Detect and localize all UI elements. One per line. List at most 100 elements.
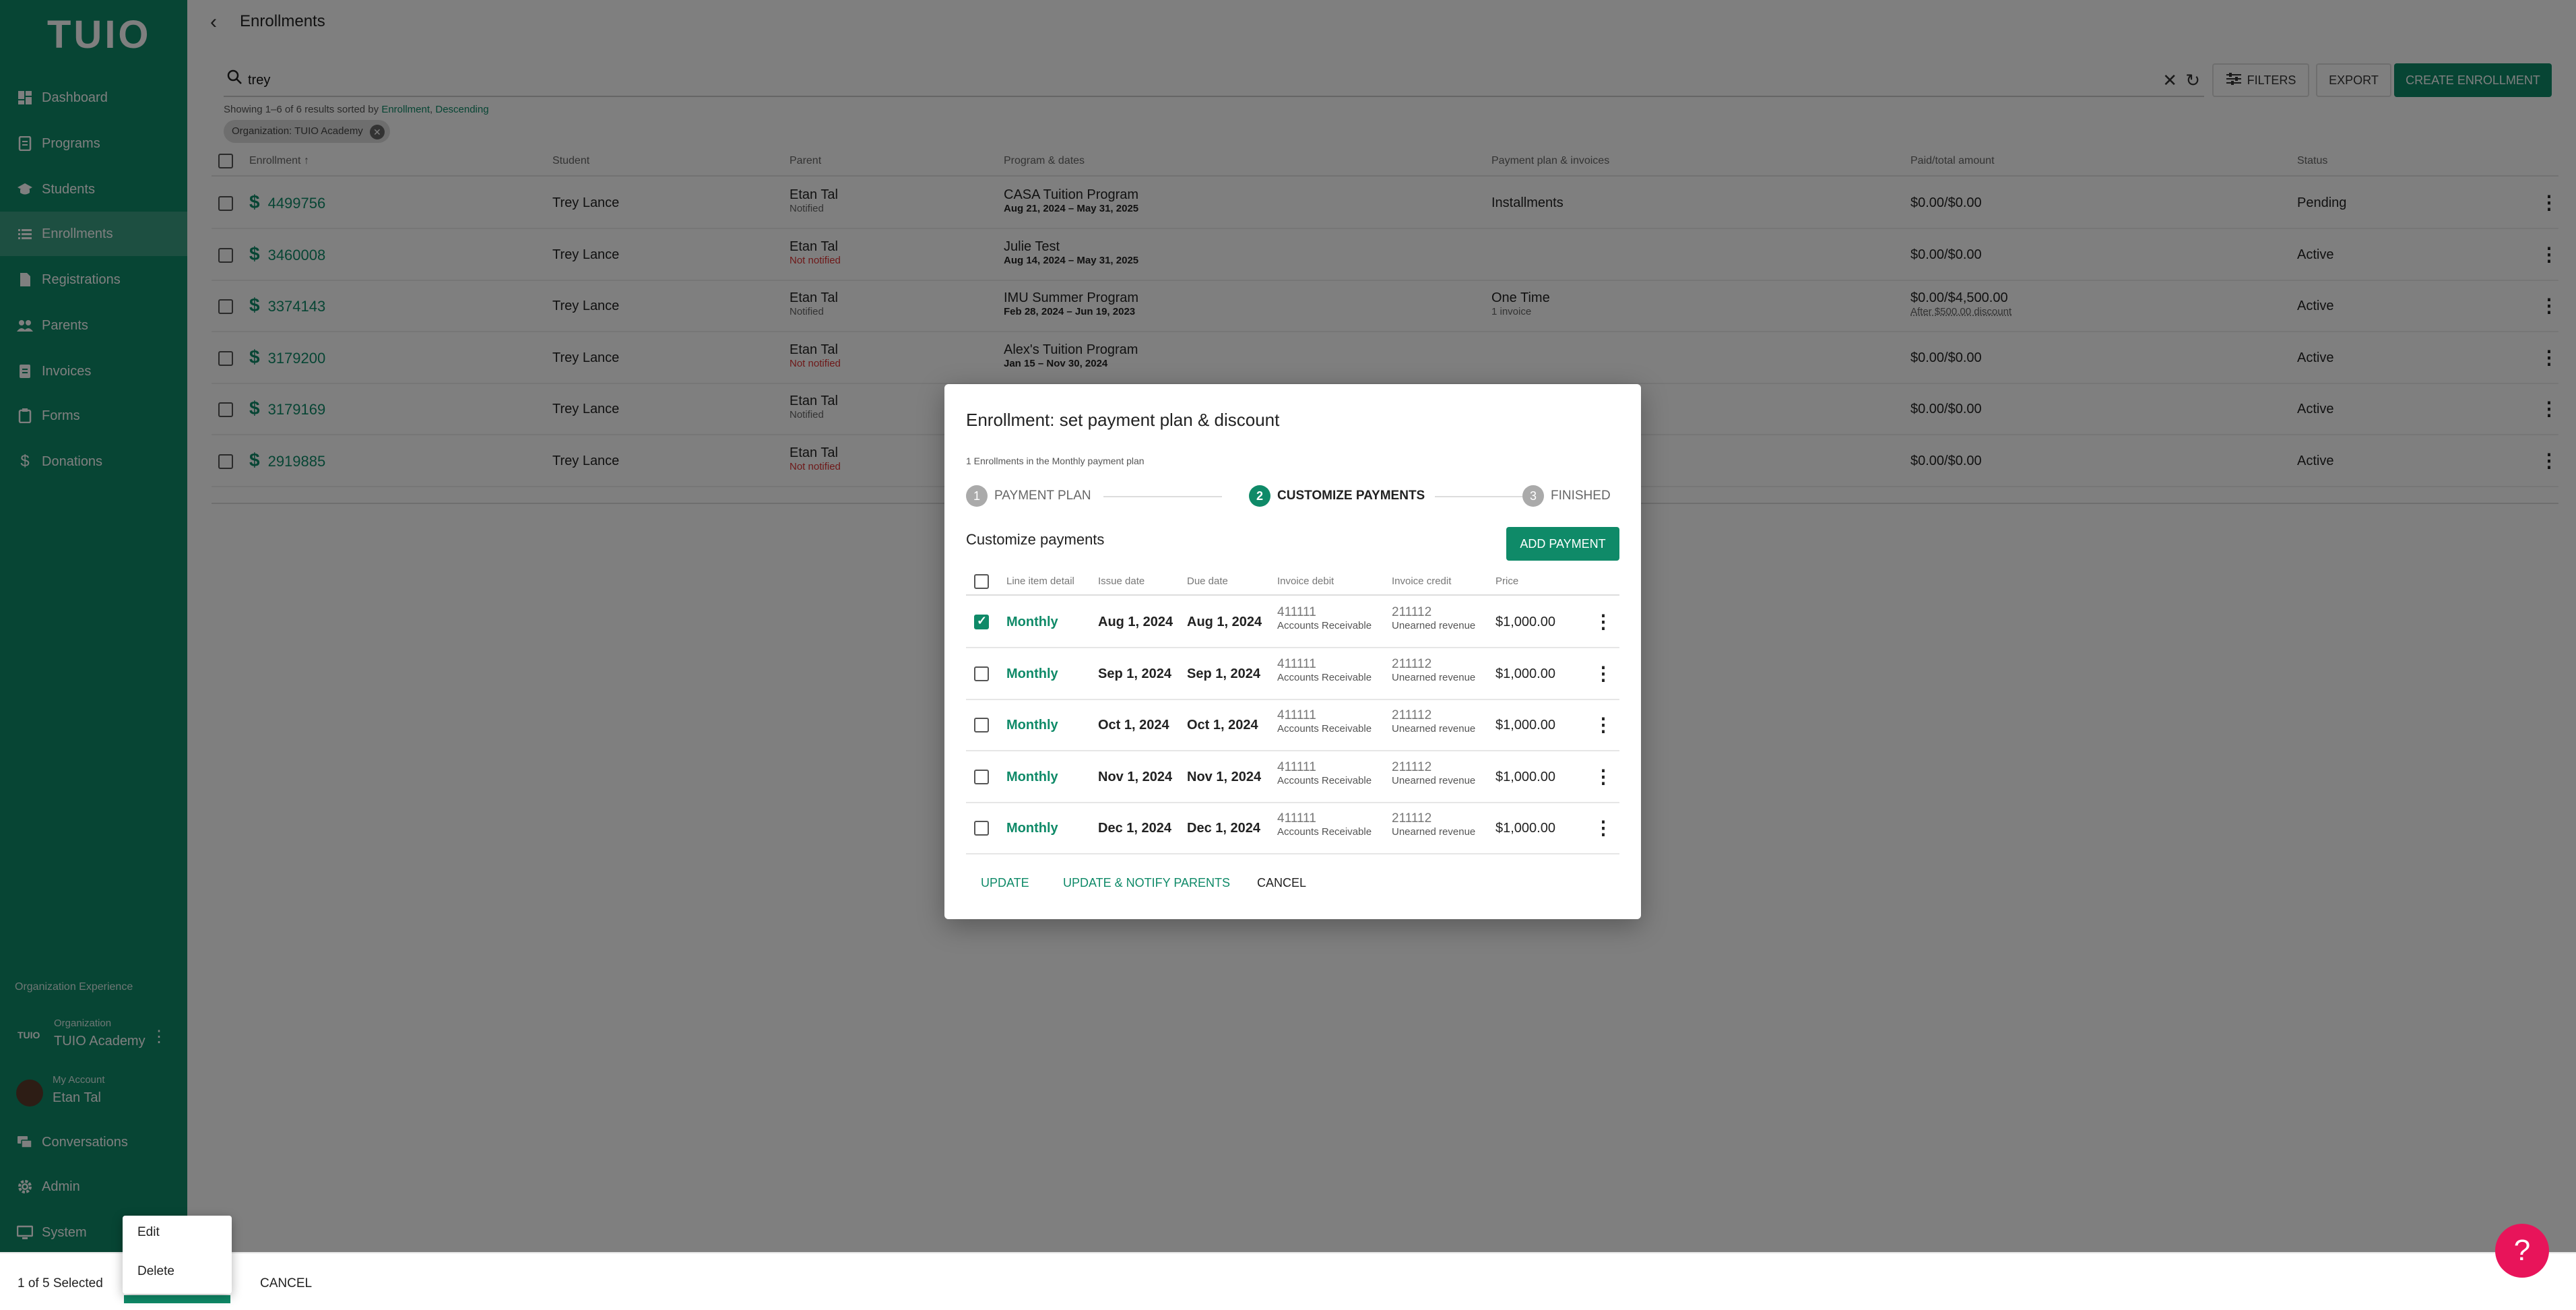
issue-date: Oct 1, 2024	[1098, 718, 1169, 732]
invoice-debit: 411111 Accounts Receivable	[1277, 605, 1372, 631]
invoice-credit: 211112 Unearned revenue	[1392, 605, 1475, 631]
payment-row[interactable]: Monthly Sep 1, 2024 Sep 1, 2024 411111 Accou…	[966, 649, 1619, 700]
selection-count: 1 of 5 Selected	[18, 1276, 103, 1290]
price: $1,000.00	[1495, 615, 1555, 629]
issue-date: Nov 1, 2024	[1098, 769, 1173, 784]
dialog-title: Enrollment: set payment plan & discount	[966, 410, 1280, 430]
invoice-debit: 411111 Accounts Receivable	[1277, 657, 1372, 683]
update-button[interactable]: UPDATE	[981, 876, 1029, 890]
menu-item-delete[interactable]: Delete	[137, 1264, 174, 1279]
menu-item-edit[interactable]: Edit	[137, 1225, 160, 1240]
section-title: Customize payments	[966, 531, 1105, 548]
due-date: Dec 1, 2024	[1187, 821, 1260, 836]
credit-name: Unearned revenue	[1392, 620, 1476, 631]
payment-checkbox[interactable]	[974, 666, 989, 681]
step-number: 1	[966, 485, 988, 507]
debit-code: 411111	[1277, 656, 1316, 671]
line-item-detail[interactable]: Monthly	[1006, 718, 1058, 733]
dialog-subtitle: 1 Enrollments in the Monthly payment pla…	[966, 456, 1145, 466]
credit-name: Unearned revenue	[1392, 723, 1476, 735]
due-date: Oct 1, 2024	[1187, 718, 1258, 732]
credit-name: Unearned revenue	[1392, 774, 1476, 786]
due-date: Sep 1, 2024	[1187, 666, 1260, 681]
payments-table-header: Line item detail Issue date Due date Inv…	[966, 566, 1619, 596]
credit-code: 211112	[1392, 605, 1432, 619]
more-vert-icon[interactable]: ⋮	[1594, 766, 1613, 788]
line-item-detail[interactable]: Monthly	[1006, 821, 1058, 836]
step-label: CUSTOMIZE PAYMENTS	[1277, 489, 1425, 503]
column-header-due-date: Due date	[1187, 575, 1228, 587]
debit-name: Accounts Receivable	[1277, 723, 1372, 735]
actions-menu: Edit Delete	[123, 1216, 232, 1294]
due-date: Aug 1, 2024	[1187, 615, 1262, 629]
update-notify-button[interactable]: UPDATE & NOTIFY PARENTS	[1063, 876, 1230, 890]
invoice-debit: 411111 Accounts Receivable	[1277, 708, 1372, 735]
credit-name: Unearned revenue	[1392, 671, 1476, 683]
step-connector	[1103, 496, 1222, 497]
column-header-line-item: Line item detail	[1006, 575, 1074, 587]
select-all-payments-checkbox[interactable]	[974, 574, 989, 589]
debit-code: 411111	[1277, 759, 1316, 774]
credit-code: 211112	[1392, 656, 1432, 671]
step-number: 3	[1522, 485, 1544, 507]
selection-bar: 1 of 5 Selected CANCEL	[0, 1252, 2576, 1310]
invoice-debit: 411111 Accounts Receivable	[1277, 760, 1372, 786]
issue-date: Aug 1, 2024	[1098, 615, 1173, 629]
help-icon[interactable]: ?	[2495, 1224, 2549, 1278]
line-item-detail[interactable]: Monthly	[1006, 615, 1058, 630]
payment-row[interactable]: Monthly Dec 1, 2024 Dec 1, 2024 411111 Accou…	[966, 803, 1619, 854]
actions-button[interactable]	[124, 1295, 230, 1303]
step-number: 2	[1249, 485, 1270, 507]
step-finished: 3 FINISHED	[1522, 485, 1611, 507]
debit-name: Accounts Receivable	[1277, 774, 1372, 786]
cancel-button[interactable]: CANCEL	[1257, 876, 1306, 890]
selection-cancel-button[interactable]: CANCEL	[260, 1276, 312, 1291]
issue-date: Sep 1, 2024	[1098, 666, 1171, 681]
payment-row[interactable]: Monthly Aug 1, 2024 Aug 1, 2024 411111Accou…	[966, 597, 1619, 648]
payment-checkbox[interactable]	[974, 718, 989, 732]
price: $1,000.00	[1495, 666, 1555, 681]
payment-checkbox[interactable]	[974, 769, 989, 784]
payment-row[interactable]: Monthly Nov 1, 2024 Nov 1, 2024 411111 Accou…	[966, 752, 1619, 803]
debit-code: 411111	[1277, 811, 1316, 825]
line-item-detail[interactable]: Monthly	[1006, 770, 1058, 785]
payment-checkbox[interactable]	[974, 821, 989, 836]
credit-code: 211112	[1392, 811, 1432, 825]
step-customize-payments: 2 CUSTOMIZE PAYMENTS	[1249, 485, 1425, 507]
column-header-invoice-credit: Invoice credit	[1392, 575, 1452, 587]
step-payment-plan: 1 PAYMENT PLAN	[966, 485, 1091, 507]
step-label: FINISHED	[1551, 489, 1611, 503]
debit-code: 411111	[1277, 708, 1316, 722]
invoice-credit: 211112 Unearned revenue	[1392, 708, 1475, 735]
more-vert-icon[interactable]: ⋮	[1594, 662, 1613, 685]
more-vert-icon[interactable]: ⋮	[1594, 611, 1613, 633]
payment-row[interactable]: Monthly Oct 1, 2024 Oct 1, 2024 411111 Accou…	[966, 700, 1619, 751]
column-header-invoice-debit: Invoice debit	[1277, 575, 1334, 587]
issue-date: Dec 1, 2024	[1098, 821, 1171, 836]
more-vert-icon[interactable]: ⋮	[1594, 817, 1613, 839]
column-header-price: Price	[1495, 575, 1519, 587]
column-header-issue-date: Issue date	[1098, 575, 1145, 587]
price: $1,000.00	[1495, 821, 1555, 836]
price: $1,000.00	[1495, 769, 1555, 784]
step-label: PAYMENT PLAN	[994, 489, 1091, 503]
credit-code: 211112	[1392, 708, 1432, 722]
debit-name: Accounts Receivable	[1277, 826, 1372, 838]
more-vert-icon[interactable]: ⋮	[1594, 714, 1613, 736]
add-payment-button[interactable]: ADD PAYMENT	[1506, 527, 1619, 561]
line-item-detail[interactable]: Monthly	[1006, 666, 1058, 682]
price: $1,000.00	[1495, 718, 1555, 732]
credit-name: Unearned revenue	[1392, 826, 1476, 838]
debit-name: Accounts Receivable	[1277, 620, 1372, 631]
invoice-credit: 211112 Unearned revenue	[1392, 657, 1475, 683]
debit-name: Accounts Receivable	[1277, 671, 1372, 683]
invoice-credit: 211112 Unearned revenue	[1392, 760, 1475, 786]
invoice-credit: 211112 Unearned revenue	[1392, 811, 1475, 838]
credit-code: 211112	[1392, 759, 1432, 774]
payment-plan-dialog: Enrollment: set payment plan & discount …	[944, 384, 1641, 919]
due-date: Nov 1, 2024	[1187, 769, 1262, 784]
payment-checkbox[interactable]	[974, 614, 989, 629]
debit-code: 411111	[1277, 605, 1316, 619]
step-connector	[1435, 496, 1535, 497]
invoice-debit: 411111 Accounts Receivable	[1277, 811, 1372, 838]
